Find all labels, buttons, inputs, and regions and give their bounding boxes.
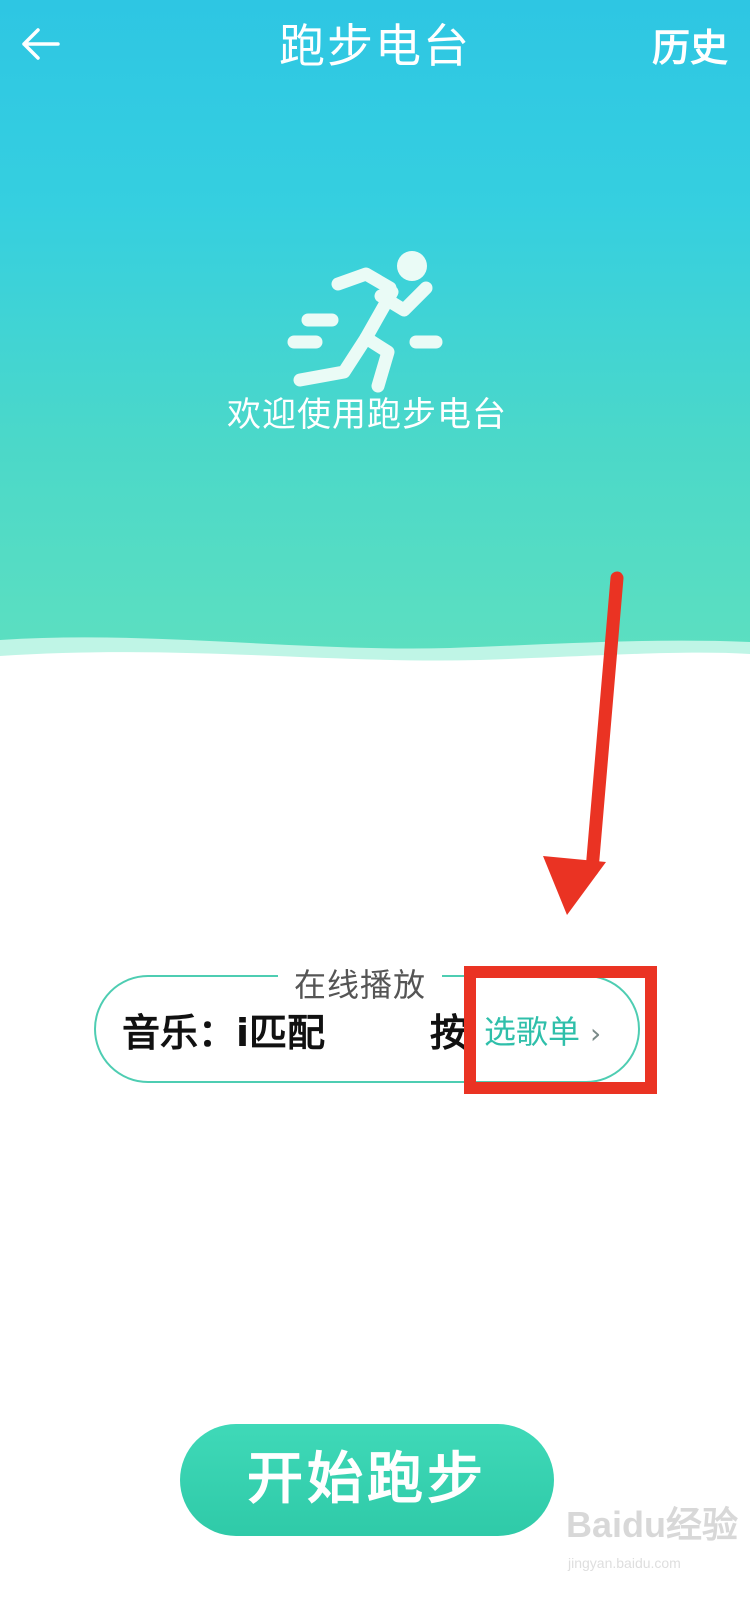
select-playlist-label: 选歌单 [484, 1013, 581, 1051]
music-match-text: 音乐：i匹配 [122, 1011, 326, 1055]
welcome-text: 欢迎使用跑步电台 [227, 395, 507, 435]
history-button[interactable]: 历史 [652, 20, 728, 76]
start-running-button[interactable]: 开始跑步 [180, 1424, 554, 1536]
watermark-url: jingyan.baidu.com [568, 1555, 681, 1571]
select-playlist-button[interactable]: 选歌单 › [484, 1008, 601, 1058]
chevron-right-icon: › [590, 1017, 602, 1050]
online-play-legend: 在线播放 [278, 962, 443, 1008]
runner-icon [287, 251, 443, 393]
music-press-text: 按 [430, 1011, 469, 1055]
page-title: 跑步电台 [279, 19, 471, 73]
baidu-watermark: Baidu经验 jingyan.baidu.com [560, 1495, 740, 1595]
watermark-brand: Baidu经验 [566, 1504, 739, 1545]
hero-wave [0, 637, 750, 690]
